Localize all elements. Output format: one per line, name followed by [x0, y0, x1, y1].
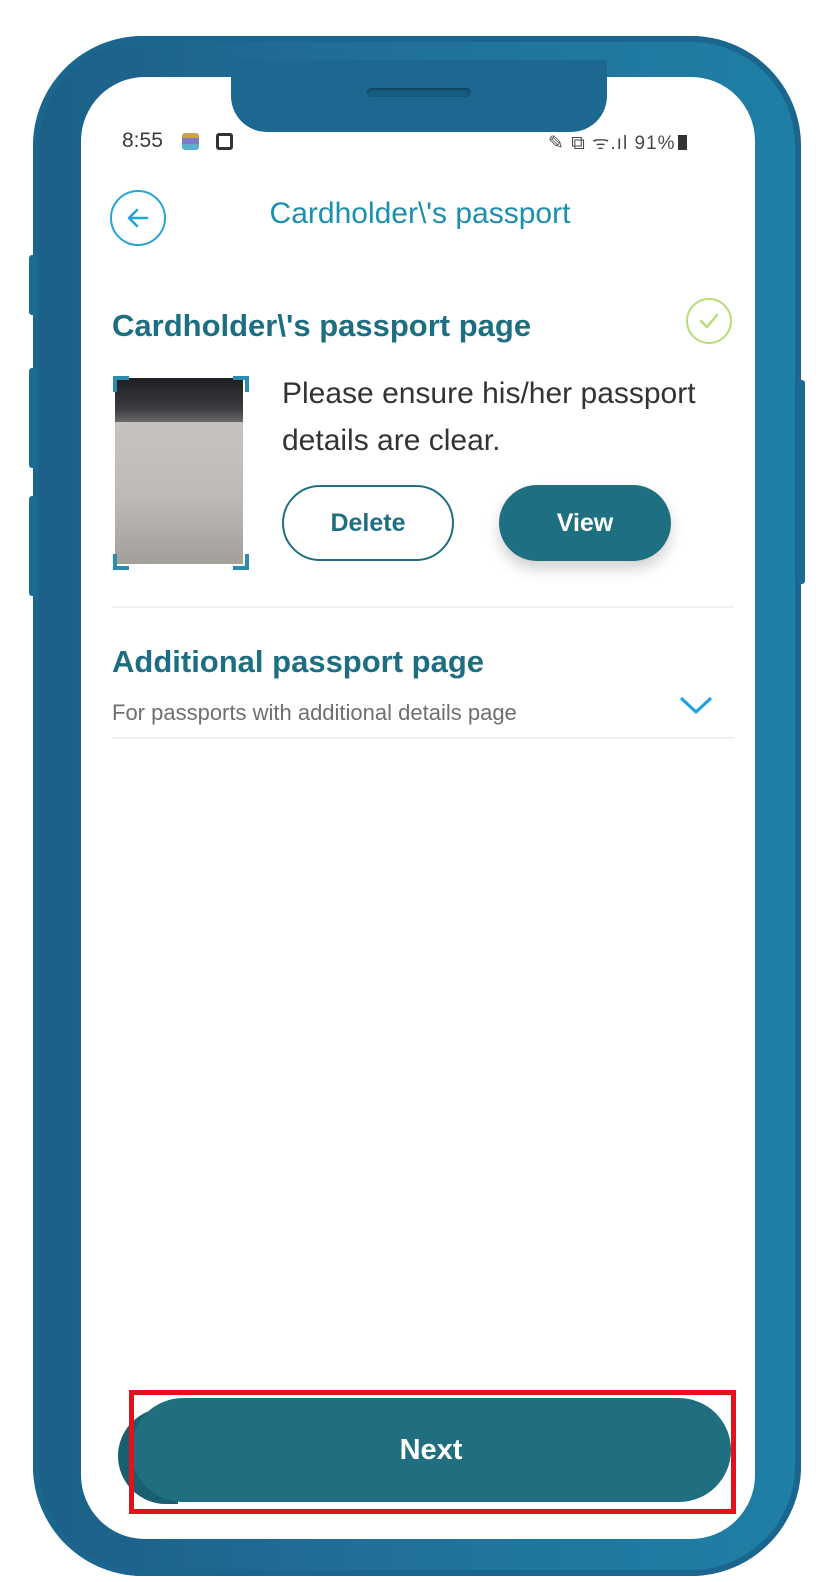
phone-screen [81, 77, 755, 1539]
phone-side-button [29, 368, 37, 468]
phone-side-button [29, 255, 37, 315]
phone-side-button [29, 496, 37, 596]
view-button[interactable]: View [499, 485, 671, 561]
status-time: 8:55 [122, 129, 163, 152]
notification-icon [216, 133, 233, 150]
passport-page-title: Cardholder\'s passport page [112, 308, 532, 343]
thumbnail-shadow [115, 496, 243, 564]
section-divider [112, 737, 734, 739]
crop-corner [113, 376, 129, 392]
passport-page-description: Please ensure his/her passport details a… [282, 377, 696, 457]
signal-icon: ✎ ⧉ ᯤ.ıl [548, 133, 635, 154]
page-title: Cardholder\'s passport [269, 197, 571, 230]
delete-button[interactable]: Delete [282, 485, 454, 561]
back-arrow-icon [127, 208, 149, 228]
phone-speaker [367, 88, 471, 97]
section-divider [112, 606, 734, 608]
check-circle-icon [686, 298, 732, 344]
battery-level: 91% [634, 133, 676, 154]
additional-page-subtitle: For passports with additional details pa… [112, 700, 517, 725]
status-indicators: ✎ ⧉ ᯤ.ıl 91% [548, 129, 688, 155]
crop-corner [233, 376, 249, 392]
crop-corner [233, 554, 249, 570]
passport-thumbnail[interactable] [115, 378, 243, 564]
thumbnail-header-strip [115, 378, 243, 422]
calendar-icon [182, 133, 199, 150]
chevron-down-icon[interactable] [676, 690, 716, 720]
crop-corner [113, 554, 129, 570]
phone-power-button [797, 380, 805, 584]
additional-page-title[interactable]: Additional passport page [112, 644, 484, 680]
battery-icon [678, 135, 688, 150]
back-button[interactable] [110, 190, 166, 246]
highlight-box [129, 1390, 736, 1514]
